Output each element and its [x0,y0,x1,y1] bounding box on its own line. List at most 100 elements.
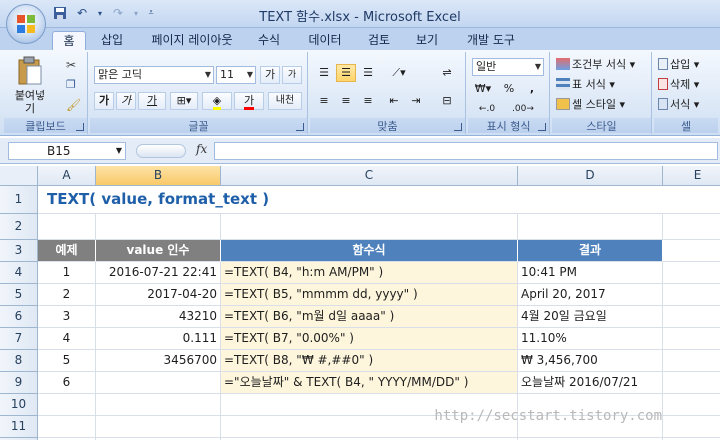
column-header-a[interactable]: A [38,166,96,186]
column-header-c[interactable]: C [221,166,518,186]
cell-a2[interactable] [38,214,96,240]
align-middle-button[interactable]: ☰ [336,64,356,82]
row-header-1[interactable]: 1 [0,186,38,214]
cell-e6[interactable] [663,306,720,328]
orientation-button[interactable]: ⟋▾ [384,64,414,82]
office-button[interactable] [6,4,46,44]
align-bottom-button[interactable]: ☰ [358,64,378,82]
font-size-combo[interactable]: 11 ▼ [216,66,256,84]
font-color-button[interactable]: 가 [234,92,264,110]
paste-button[interactable]: 붙여넣기 [10,56,50,115]
cell-b9[interactable] [96,372,221,394]
cell-b8[interactable]: 3456700 [96,350,221,372]
row-header-6[interactable]: 6 [0,306,38,328]
cell-b10[interactable] [96,394,221,416]
cell-a7[interactable]: 4 [38,328,96,350]
decrease-decimal-button[interactable]: .00→ [506,100,540,118]
cell-c2[interactable] [221,214,518,240]
fill-color-button[interactable]: ◈ [202,92,232,110]
row-header-11[interactable]: 11 [0,416,38,438]
cell-d6[interactable]: 4월 20일 금요일 [518,306,663,328]
formula-input[interactable] [214,142,718,160]
cell-a9[interactable]: 6 [38,372,96,394]
decrease-indent-button[interactable]: ⇤ [384,92,404,110]
format-cells-button[interactable]: 서식 ▾ [658,96,699,114]
number-launcher-icon[interactable] [538,123,546,131]
tab-insert[interactable]: 삽입 [94,31,130,50]
cell-e11[interactable] [663,416,720,438]
wrap-text-button[interactable]: ⇌ [436,64,458,82]
currency-button[interactable]: ₩▾ [470,80,496,98]
underline-button[interactable]: 가 [138,92,166,110]
cell-c5[interactable]: =TEXT( B5, "mmmm dd, yyyy" ) [221,284,518,306]
cell-a10[interactable] [38,394,96,416]
shrink-font-button[interactable]: 가 [282,66,302,84]
cell-e3[interactable] [663,240,720,262]
row-header-3[interactable]: 3 [0,240,38,262]
tab-home[interactable]: 홈 [52,31,86,50]
column-header-d[interactable]: D [518,166,663,186]
cell-c7[interactable]: =TEXT( B7, "0.00%" ) [221,328,518,350]
increase-indent-button[interactable]: ⇥ [406,92,426,110]
phonetic-button[interactable]: 내천 [268,92,302,110]
cell-b11[interactable] [96,416,221,438]
cell-d7[interactable]: 11.10% [518,328,663,350]
font-launcher-icon[interactable] [296,123,304,131]
cell-c8[interactable]: =TEXT( B8, "₩ #,##0" ) [221,350,518,372]
cell-d9[interactable]: 오늘날짜 2016/07/21 [518,372,663,394]
table-header-1[interactable]: value 인수 [96,240,221,262]
cell-a6[interactable]: 3 [38,306,96,328]
percent-button[interactable]: % [498,80,520,98]
tab-view[interactable]: 보기 [410,31,444,50]
table-header-0[interactable]: 예제 [38,240,96,262]
cell-d5[interactable]: April 20, 2017 [518,284,663,306]
column-header-b[interactable]: B [96,166,221,186]
cell-b2[interactable] [96,214,221,240]
cell-e5[interactable] [663,284,720,306]
table-header-3[interactable]: 결과 [518,240,663,262]
cell-c4[interactable]: =TEXT( B4, "h:m AM/PM" ) [221,262,518,284]
align-left-button[interactable]: ≡ [314,92,334,110]
cell-e9[interactable] [663,372,720,394]
row-header-2[interactable]: 2 [0,214,38,240]
cell-a11[interactable] [38,416,96,438]
row-header-5[interactable]: 5 [0,284,38,306]
cell-e4[interactable] [663,262,720,284]
grow-font-button[interactable]: 가 [260,66,280,84]
cell-b5[interactable]: 2017-04-20 [96,284,221,306]
border-button[interactable]: ⊞▾ [170,92,198,110]
align-top-button[interactable]: ☰ [314,64,334,82]
number-format-combo[interactable]: 일반 ▼ [472,58,544,76]
comma-button[interactable]: , [522,80,542,98]
conditional-formatting-button[interactable]: 조건부 서식 ▾ [556,56,635,74]
cell-a4[interactable]: 1 [38,262,96,284]
tab-review[interactable]: 검토 [362,31,396,50]
row-header-4[interactable]: 4 [0,262,38,284]
bold-button[interactable]: 가 [94,92,114,110]
tab-formulas[interactable]: 수식 [252,31,286,50]
select-all-corner[interactable] [0,166,38,186]
cell-b4[interactable]: 2016-07-21 22:41 [96,262,221,284]
cell-d8[interactable]: ₩ 3,456,700 [518,350,663,372]
column-header-e[interactable]: E [663,166,720,186]
tab-developer[interactable]: 개발 도구 [458,31,524,50]
clipboard-launcher-icon[interactable] [76,123,84,131]
name-box[interactable]: B15 ▼ [8,142,126,160]
italic-button[interactable]: 가 [116,92,136,110]
cell-c1[interactable] [221,186,518,214]
table-header-2[interactable]: 함수식 [221,240,518,262]
format-painter-icon[interactable]: 🖌 [66,98,81,112]
insert-cells-button[interactable]: 삽입 ▾ [658,56,699,74]
cell-e1[interactable] [663,186,720,214]
formula-splitter[interactable] [136,144,186,158]
cell-d1[interactable] [518,186,663,214]
cell-b7[interactable]: 0.111 [96,328,221,350]
row-header-9[interactable]: 9 [0,372,38,394]
increase-decimal-button[interactable]: ←.0 [470,100,504,118]
cell-d2[interactable] [518,214,663,240]
alignment-launcher-icon[interactable] [454,123,462,131]
delete-cells-button[interactable]: 삭제 ▾ [658,76,699,94]
cut-icon[interactable]: ✂ [66,58,76,72]
font-name-combo[interactable]: 맑은 고딕 ▼ [94,66,214,84]
cell-a8[interactable]: 5 [38,350,96,372]
